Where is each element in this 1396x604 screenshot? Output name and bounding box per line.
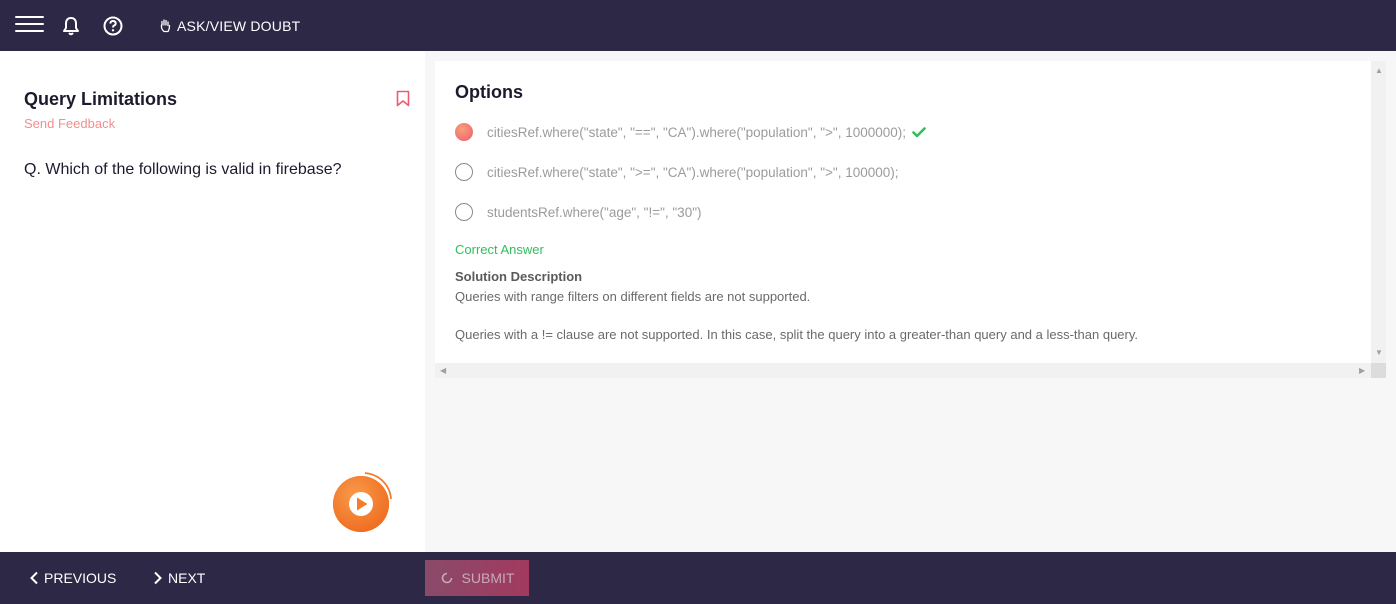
help-icon[interactable] xyxy=(103,16,123,36)
ask-view-doubt-button[interactable]: ASK/VIEW DOUBT xyxy=(160,16,300,36)
correct-answer-label: Correct Answer xyxy=(455,242,544,257)
radio-unselected[interactable] xyxy=(455,163,473,181)
option-2-text: citiesRef.where("state", ">=", "CA").whe… xyxy=(487,164,899,180)
bookmark-icon[interactable] xyxy=(396,90,410,107)
scroll-down-icon[interactable]: ▼ xyxy=(1375,348,1383,357)
scroll-right-icon[interactable]: ▶ xyxy=(1359,366,1365,375)
question-panel: Query Limitations Send Feedback Q. Which… xyxy=(0,51,425,552)
option-3-text: studentsRef.where("age", "!=", "30") xyxy=(487,204,702,220)
option-2[interactable]: citiesRef.where("state", ">=", "CA").whe… xyxy=(455,163,899,181)
solution-line-1: Queries with range filters on different … xyxy=(455,289,811,304)
options-card: Options citiesRef.where("state", "==", "… xyxy=(435,61,1371,363)
top-bar: ASK/VIEW DOUBT xyxy=(0,0,1396,51)
option-1-text: citiesRef.where("state", "==", "CA").whe… xyxy=(487,124,907,140)
chevron-right-icon xyxy=(153,571,163,585)
next-label: NEXT xyxy=(168,570,206,586)
scroll-up-icon[interactable]: ▲ xyxy=(1375,66,1383,75)
menu-icon[interactable] xyxy=(15,16,44,34)
solution-description-label: Solution Description xyxy=(455,269,583,284)
vertical-scrollbar[interactable]: ▲ ▼ xyxy=(1371,61,1386,363)
submit-label: SUBMIT xyxy=(461,570,515,586)
radio-unselected[interactable] xyxy=(455,203,473,221)
scroll-corner xyxy=(1371,363,1386,378)
next-button[interactable]: NEXT xyxy=(153,570,205,586)
bell-icon[interactable] xyxy=(62,16,80,36)
ask-view-doubt-label: ASK/VIEW DOUBT xyxy=(177,18,301,34)
bottom-bar: PREVIOUS NEXT SUBMIT xyxy=(0,552,1396,604)
chevron-left-icon xyxy=(29,571,39,585)
solution-line-2: Queries with a != clause are not support… xyxy=(455,327,1139,342)
question-title: Query Limitations xyxy=(24,89,178,109)
check-icon xyxy=(912,126,926,138)
previous-button[interactable]: PREVIOUS xyxy=(29,570,116,586)
previous-label: PREVIOUS xyxy=(44,570,117,586)
option-3[interactable]: studentsRef.where("age", "!=", "30") xyxy=(455,203,701,221)
radio-selected[interactable] xyxy=(455,123,473,141)
play-video-button[interactable] xyxy=(325,469,395,539)
option-1[interactable]: citiesRef.where("state", "==", "CA").whe… xyxy=(455,123,926,141)
refresh-icon xyxy=(440,571,454,585)
send-feedback-link[interactable]: Send Feedback xyxy=(24,116,115,131)
hand-icon xyxy=(160,19,171,33)
options-heading: Options xyxy=(455,82,523,102)
scroll-left-icon[interactable]: ◀ xyxy=(440,366,446,375)
question-text: Q. Which of the following is valid in fi… xyxy=(24,161,342,178)
horizontal-scrollbar[interactable]: ◀ ▶ xyxy=(435,363,1371,378)
submit-button[interactable]: SUBMIT xyxy=(425,560,529,596)
